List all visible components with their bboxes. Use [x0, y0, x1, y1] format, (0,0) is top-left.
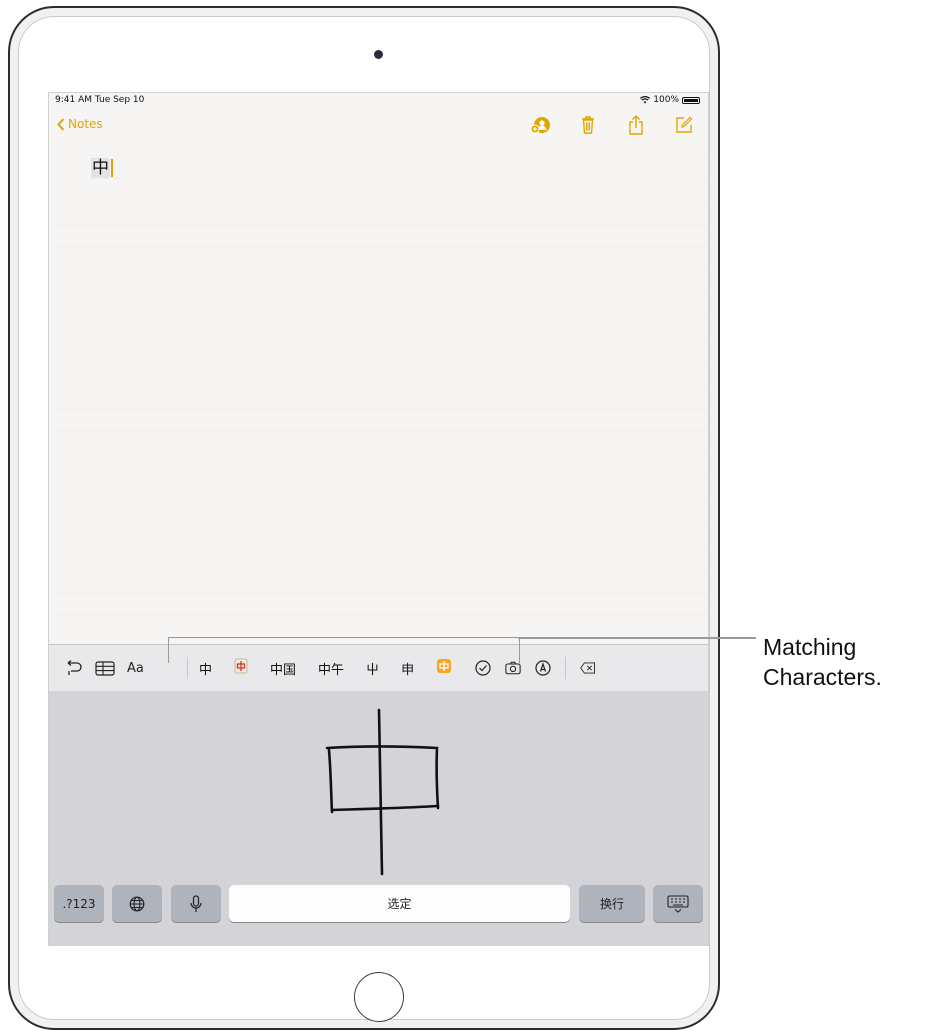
front-camera [374, 50, 383, 59]
markup-icon[interactable] [535, 660, 551, 676]
wifi-icon [640, 96, 651, 104]
add-people-icon[interactable] [530, 115, 550, 135]
note-body[interactable]: 中 [91, 153, 113, 178]
text-format-button[interactable]: Aa [127, 661, 144, 676]
share-icon[interactable] [626, 115, 646, 135]
callout-line-2: Characters. [763, 664, 882, 690]
delete-icon[interactable] [580, 660, 596, 676]
globe-icon [129, 896, 145, 911]
screen: 9:41 AM Tue Sep 10 100% Notes 中 Aa 中 中国 … [48, 92, 709, 946]
handwriting-keyboard: Aa 中 中国 中午 屮 申 .?123 选定 换行 [49, 644, 708, 945]
callout-label: Matching Characters. [763, 632, 882, 692]
numbers-key[interactable]: .?123 [54, 885, 104, 922]
hide-keyboard-key[interactable] [653, 885, 703, 922]
status-right: 100% [640, 95, 700, 105]
mic-icon [190, 894, 202, 912]
bottom-key-row: .?123 选定 换行 [54, 885, 705, 922]
home-button[interactable] [354, 972, 404, 1022]
select-key[interactable]: 选定 [229, 885, 570, 922]
trash-icon[interactable] [578, 115, 598, 135]
nav-actions [530, 115, 694, 135]
globe-key[interactable] [112, 885, 162, 922]
chevron-left-icon [57, 117, 65, 131]
back-button[interactable]: Notes [57, 117, 103, 131]
divider [565, 657, 567, 679]
mic-key[interactable] [171, 885, 221, 922]
note-text: 中 [91, 158, 110, 178]
back-label: Notes [68, 117, 103, 131]
compose-icon[interactable] [674, 115, 694, 135]
status-bar: 9:41 AM Tue Sep 10 100% [49, 93, 708, 107]
note-paper [49, 133, 708, 643]
battery-percent: 100% [653, 95, 679, 105]
handwritten-stroke [325, 708, 440, 876]
text-caret [111, 159, 113, 177]
handwriting-area[interactable] [49, 692, 708, 884]
keyboard-hide-icon [667, 894, 689, 913]
callout-line-1: Matching [763, 634, 857, 660]
undo-icon[interactable] [65, 660, 83, 676]
table-icon[interactable] [95, 660, 115, 676]
callout-bracket [168, 637, 520, 663]
ipad-device: 9:41 AM Tue Sep 10 100% Notes 中 Aa 中 中国 … [8, 6, 720, 1030]
status-time: 9:41 AM Tue Sep 10 [55, 95, 145, 105]
format-tools: Aa [49, 660, 187, 676]
battery-icon [682, 96, 700, 104]
callout-line [518, 637, 756, 639]
return-key[interactable]: 换行 [579, 885, 645, 922]
